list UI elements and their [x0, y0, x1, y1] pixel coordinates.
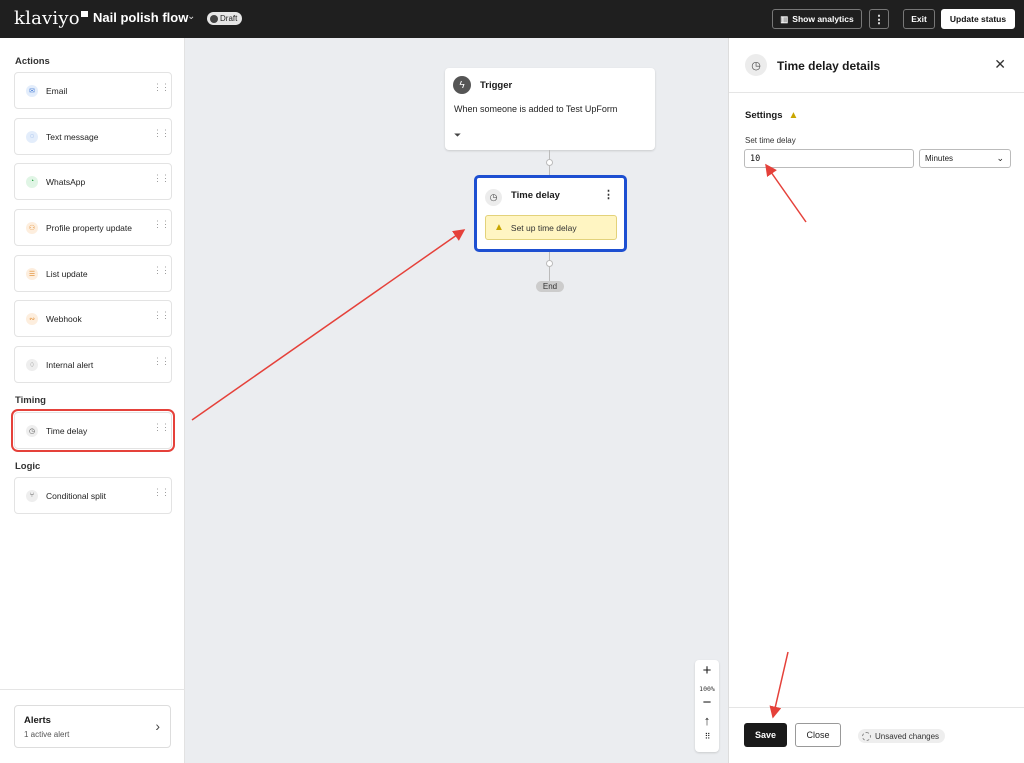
- arrow-up-icon[interactable]: ↑: [695, 713, 719, 728]
- divider: [729, 707, 1024, 708]
- mail-icon: ✉: [26, 84, 38, 97]
- connector-dot[interactable]: [546, 159, 553, 166]
- drag-handle-icon[interactable]: ⋮⋮: [153, 174, 170, 183]
- show-analytics-button[interactable]: ▥ Show analytics: [772, 9, 862, 29]
- zoom-controls: + 100% − ↑ ⠿: [695, 660, 719, 752]
- panel-title: Time delay details: [777, 59, 881, 73]
- actions-heading: Actions: [15, 56, 50, 67]
- status-badge: Draft: [207, 12, 243, 25]
- flow-title[interactable]: Nail polish flow: [93, 10, 188, 25]
- clock-icon: ◷: [485, 189, 502, 206]
- zoom-out-button[interactable]: −: [695, 694, 719, 711]
- top-bar: klaviyo Nail polish flow ⌄ Draft ▥ Show a…: [0, 0, 1024, 38]
- alerts-title: Alerts: [24, 715, 51, 726]
- trigger-title: Trigger: [480, 80, 513, 91]
- split-icon: ⑂: [26, 489, 38, 502]
- lightning-icon: ϟ: [453, 76, 471, 94]
- klaviyo-logo[interactable]: klaviyo: [14, 8, 88, 29]
- divider: [0, 689, 185, 690]
- drag-handle-icon[interactable]: ⋮⋮: [153, 357, 170, 366]
- draft-icon: [210, 14, 218, 23]
- action-email[interactable]: ✉ Email ⋮⋮: [14, 72, 172, 109]
- time-unit-select[interactable]: Minutes ⌄: [919, 149, 1011, 168]
- action-whatsapp[interactable]: ◔ WhatsApp ⋮⋮: [14, 163, 172, 200]
- drag-handle-icon[interactable]: ⋮⋮: [153, 266, 170, 275]
- drag-handle-icon[interactable]: ⋮⋮: [153, 220, 170, 229]
- action-profile-property-update[interactable]: ⚇ Profile property update ⋮⋮: [14, 209, 172, 246]
- pending-icon: [862, 731, 871, 741]
- zoom-in-button[interactable]: +: [695, 662, 719, 679]
- sidebar: Actions ✉ Email ⋮⋮ ◌ Text message ⋮⋮ ◔ W…: [0, 38, 185, 763]
- list-icon: ☰: [26, 267, 38, 280]
- chevron-down-icon: ⌄: [996, 153, 1004, 163]
- webhook-icon: ∾: [26, 312, 38, 325]
- drag-handle-icon[interactable]: ⋮⋮: [153, 311, 170, 320]
- analytics-icon: ▥: [780, 13, 789, 24]
- grid-icon[interactable]: ⠿: [695, 732, 719, 741]
- drag-handle-icon[interactable]: ⋮⋮: [153, 423, 170, 432]
- chevron-down-icon[interactable]: ⌄: [187, 11, 195, 22]
- time-delay-input[interactable]: [744, 149, 914, 168]
- drag-handle-icon[interactable]: ⋮⋮: [153, 129, 170, 138]
- timing-heading: Timing: [15, 395, 46, 406]
- end-node: End: [536, 281, 564, 292]
- save-button[interactable]: Save: [744, 723, 787, 747]
- filter-icon: ⏷: [454, 130, 462, 140]
- trigger-node[interactable]: ϟ Trigger When someone is added to Test …: [445, 68, 655, 150]
- action-text-message[interactable]: ◌ Text message ⋮⋮: [14, 118, 172, 155]
- time-delay-label: Set time delay: [745, 136, 796, 145]
- zoom-level: 100%: [699, 685, 715, 693]
- trigger-description: When someone is added to Test UpForm: [454, 104, 618, 114]
- setup-warning[interactable]: ▲ Set up time delay: [485, 215, 617, 240]
- connector-dot[interactable]: [546, 260, 553, 267]
- unsaved-changes-badge: Unsaved changes: [858, 729, 946, 743]
- node-menu-icon[interactable]: ⋮: [603, 188, 614, 201]
- action-time-delay[interactable]: ◷ Time delay ⋮⋮: [11, 409, 175, 452]
- close-icon[interactable]: ✕: [994, 56, 1006, 73]
- chat-icon: ◌: [26, 130, 38, 143]
- clock-icon: ◷: [745, 54, 767, 76]
- flag-icon: [80, 11, 88, 17]
- divider: [729, 92, 1024, 93]
- flow-canvas[interactable]: ϟ Trigger When someone is added to Test …: [185, 38, 728, 763]
- details-panel: ◷ Time delay details ✕ Settings ▲ Set ti…: [728, 38, 1024, 763]
- logic-heading: Logic: [15, 461, 41, 472]
- chevron-right-icon: ›: [155, 718, 160, 734]
- warning-icon: ▲: [788, 110, 799, 121]
- more-options-button[interactable]: ⋮: [869, 9, 889, 29]
- action-conditional-split[interactable]: ⑂ Conditional split ⋮⋮: [14, 477, 172, 514]
- drag-handle-icon[interactable]: ⋮⋮: [153, 488, 170, 497]
- clock-icon: ◷: [26, 424, 38, 437]
- action-list-update[interactable]: ☰ List update ⋮⋮: [14, 255, 172, 292]
- bell-icon: ♢: [26, 358, 38, 371]
- person-icon: ⚇: [26, 221, 38, 234]
- update-status-button[interactable]: Update status: [941, 9, 1015, 29]
- close-button[interactable]: Close: [795, 723, 841, 747]
- alerts-count: 1 active alert: [24, 730, 70, 739]
- time-delay-node-title: Time delay: [511, 190, 560, 201]
- alerts-card[interactable]: Alerts 1 active alert ›: [14, 705, 171, 748]
- exit-button[interactable]: Exit: [903, 9, 935, 29]
- whatsapp-icon: ◔: [26, 175, 38, 188]
- time-delay-node[interactable]: ◷ Time delay ⋮ ▲ Set up time delay: [474, 175, 627, 252]
- warning-icon: ▲: [494, 222, 504, 233]
- action-internal-alert[interactable]: ♢ Internal alert ⋮⋮: [14, 346, 172, 383]
- settings-heading: Settings ▲: [745, 110, 799, 121]
- action-webhook[interactable]: ∾ Webhook ⋮⋮: [14, 300, 172, 337]
- drag-handle-icon[interactable]: ⋮⋮: [153, 83, 170, 92]
